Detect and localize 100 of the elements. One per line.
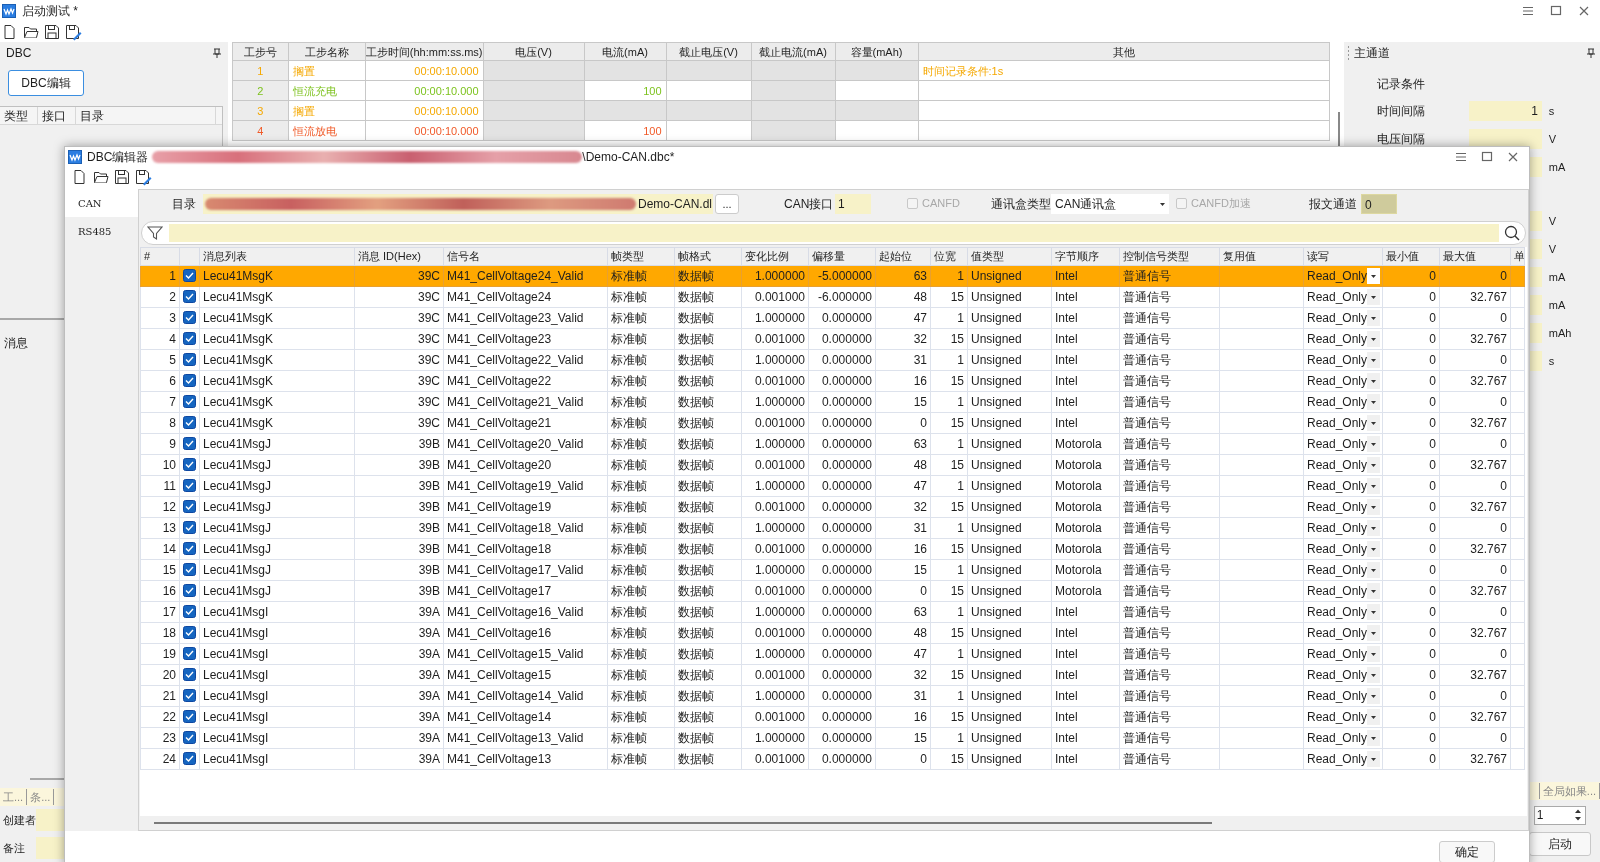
column-header[interactable]: 最小值 [1382,247,1440,265]
column-header[interactable]: 电压(V) [483,42,585,61]
column-header[interactable]: 变化比例 [741,247,809,265]
dropdown-button[interactable] [1367,456,1380,473]
column-header[interactable]: 工步时间(hh:mm:ss.ms) [365,42,484,61]
spinner-field[interactable]: 1 [1533,805,1586,825]
checkbox[interactable] [183,416,196,429]
table-row[interactable]: 19 Lecu41MsgI 39A M41_CellVoltage15_Valid 标准帧 数据帧 1.000000 0.000000 47 1 Unsigned Intel 普通信号 Read_Only 0 0 [140,643,1525,664]
checkbox[interactable] [183,584,196,597]
column-header[interactable]: 读写 [1303,247,1383,265]
filter-icon[interactable] [147,225,163,241]
table-row[interactable]: 4 Lecu41MsgK 39C M41_CellVoltage23 标准帧 数据帧 0.001000 0.000000 32 15 Unsigned Intel 普通信号 Read_Only 0 32.767 [140,328,1525,349]
table-row[interactable]: 6 Lecu41MsgK 39C M41_CellVoltage22 标准帧 数据帧 0.001000 0.000000 16 15 Unsigned Intel 普通信号 Read_Only 0 32.767 [140,370,1525,391]
column-header[interactable]: 偏移量 [808,247,876,265]
dropdown-button[interactable] [1367,666,1380,683]
dbc-edit-button[interactable]: DBC编辑 [8,70,84,96]
table-row[interactable]: 13 Lecu41MsgJ 39B M41_CellVoltage18_Valid 标准帧 数据帧 1.000000 0.000000 31 1 Unsigned Motorola 普通信号 Read_Only 0 0 [140,517,1525,538]
checkbox[interactable] [183,290,196,303]
table-row[interactable]: 14 Lecu41MsgJ 39B M41_CellVoltage18 标准帧 数据帧 0.001000 0.000000 16 15 Unsigned Motorola 普通信号 Read_Only 0 32.767 [140,538,1525,559]
grip-icon[interactable] [1346,45,1350,61]
dropdown-button[interactable] [1367,498,1380,515]
dropdown-button[interactable] [1367,582,1380,599]
search-icon[interactable] [1504,225,1520,241]
column-header[interactable]: 位宽 [930,247,968,265]
table-row[interactable]: 10 Lecu41MsgJ 39B M41_CellVoltage20 标准帧 数据帧 0.001000 0.000000 48 15 Unsigned Motorola 普通信号 Read_Only 0 32.767 [140,454,1525,475]
ok-button[interactable]: 确定 [1439,841,1495,862]
dropdown-button[interactable] [1367,624,1380,641]
pin-icon[interactable] [1586,47,1596,59]
checkbox[interactable] [183,332,196,345]
save-as-icon[interactable] [135,168,152,186]
maximize-icon[interactable] [1481,151,1493,163]
type-dropdown[interactable]: CAN通讯盒 [1051,193,1169,214]
table-row[interactable]: 9 Lecu41MsgJ 39B M41_CellVoltage20_Valid 标准帧 数据帧 1.000000 0.000000 63 1 Unsigned Motorola 普通信号 Read_Only 0 0 [140,433,1525,454]
port-field[interactable]: 1 [835,193,871,214]
column-header[interactable]: 工步名称 [288,42,366,61]
tab[interactable]: 全局如果... [1538,782,1600,800]
tab[interactable]: 条... [27,788,55,806]
column-header[interactable]: 信号名 [443,247,608,265]
checkbox[interactable] [183,563,196,576]
column-header[interactable]: 起始位 [875,247,931,265]
caret-icon[interactable] [1159,200,1166,207]
column-header[interactable]: 控制信号类型 [1119,247,1220,265]
checkbox[interactable] [183,689,196,702]
menu-icon[interactable] [1522,5,1534,17]
checkbox[interactable] [183,458,196,471]
column-header[interactable]: 截止电压(V) [666,42,752,61]
new-file-icon[interactable] [72,169,88,185]
checkbox[interactable] [183,479,196,492]
table-row[interactable]: 23 Lecu41MsgI 39A M41_CellVoltage13_Valid 标准帧 数据帧 1.000000 0.000000 15 1 Unsigned Intel 普通信号 Read_Only 0 0 [140,727,1525,748]
save-icon[interactable] [114,169,130,185]
start-button[interactable]: 启动 [1528,832,1591,856]
column-header[interactable]: 截止电流(mA) [751,42,836,61]
browse-button[interactable]: ... [715,193,739,214]
checkbox[interactable] [183,647,196,660]
checkbox[interactable] [183,605,196,618]
table-row[interactable]: 24 Lecu41MsgI 39A M41_CellVoltage13 标准帧 数据帧 0.001000 0.000000 0 15 Unsigned Intel 普通信号 Read_Only 0 32.767 [140,748,1525,769]
checkbox[interactable] [183,311,196,324]
dropdown-button[interactable] [1367,750,1380,767]
open-folder-icon[interactable] [93,169,109,185]
table-row[interactable]: 21 Lecu41MsgI 39A M41_CellVoltage14_Valid 标准帧 数据帧 1.000000 0.000000 31 1 Unsigned Intel 普通信号 Read_Only 0 0 [140,685,1525,706]
tab[interactable]: 工... [0,788,28,806]
checkbox[interactable] [183,437,196,450]
side-tab[interactable]: CAN [65,189,138,217]
table-row[interactable]: 16 Lecu41MsgJ 39B M41_CellVoltage17 标准帧 数据帧 0.001000 0.000000 0 15 Unsigned Motorola 普通信号 Read_Only 0 32.767 [140,580,1525,601]
table-row[interactable]: 7 Lecu41MsgK 39C M41_CellVoltage21_Valid 标准帧 数据帧 1.000000 0.000000 15 1 Unsigned Intel 普通信号 Read_Only 0 0 [140,391,1525,412]
column-header[interactable]: 帧类型 [607,247,675,265]
column-header[interactable]: 接口 [38,107,76,124]
checkbox[interactable] [183,626,196,639]
checkbox[interactable] [183,542,196,555]
column-header[interactable]: # [140,247,180,265]
dropdown-button[interactable] [1367,561,1380,578]
dropdown-button[interactable] [1367,330,1380,347]
table-row[interactable]: 18 Lecu41MsgI 39A M41_CellVoltage16 标准帧 数据帧 0.001000 0.000000 48 15 Unsigned Intel 普通信号 Read_Only 0 32.767 [140,622,1525,643]
table-row[interactable]: 11 Lecu41MsgJ 39B M41_CellVoltage19_Valid 标准帧 数据帧 1.000000 0.000000 47 1 Unsigned Motorola 普通信号 Read_Only 0 0 [140,475,1525,496]
column-header[interactable]: 字节顺序 [1051,247,1120,265]
dropdown-button[interactable] [1367,729,1380,746]
checkbox[interactable] [183,752,196,765]
column-header[interactable]: 容量(mAh) [835,42,919,61]
column-header[interactable]: 工步号 [232,42,289,61]
table-row[interactable]: 1 Lecu41MsgK 39C M41_CellVoltage24_Valid 标准帧 数据帧 1.000000 -5.000000 63 1 Unsigned Intel 普通信号 Read_Only 0 0 [140,265,1525,286]
table-row[interactable]: 8 Lecu41MsgK 39C M41_CellVoltage21 标准帧 数据帧 0.001000 0.000000 0 15 Unsigned Intel 普通信号 Read_Only 0 32.767 [140,412,1525,433]
checkbox[interactable] [183,521,196,534]
dropdown-button[interactable] [1367,519,1380,536]
dropdown-button[interactable] [1367,288,1380,305]
dropdown-button[interactable] [1367,540,1380,557]
open-folder-icon[interactable] [23,24,39,40]
dropdown-button[interactable] [1367,687,1380,704]
new-file-icon[interactable] [2,24,18,40]
dropdown-button[interactable] [1367,372,1380,389]
table-row[interactable]: 22 Lecu41MsgI 39A M41_CellVoltage14 标准帧 数据帧 0.001000 0.000000 16 15 Unsigned Intel 普通信号 Read_Only 0 32.767 [140,706,1525,727]
close-icon[interactable] [1578,5,1590,17]
pin-icon[interactable] [211,47,222,59]
column-header[interactable]: 电流(mA) [584,42,667,61]
dropdown-button[interactable] [1367,267,1380,284]
dropdown-button[interactable] [1367,351,1380,368]
dropdown-button[interactable] [1367,414,1380,431]
save-icon[interactable] [44,24,60,40]
checkbox[interactable] [183,374,196,387]
checkbox[interactable] [183,395,196,408]
close-icon[interactable] [1507,151,1519,163]
